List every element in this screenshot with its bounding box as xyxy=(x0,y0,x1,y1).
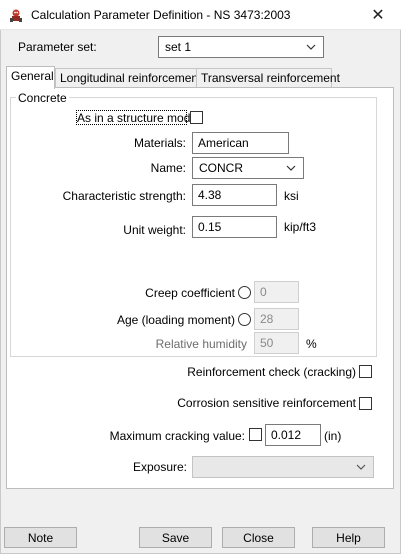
unit-weight-label: Unit weight: xyxy=(123,223,186,237)
help-button[interactable]: Help xyxy=(312,527,385,548)
max-cracking-checkbox[interactable] xyxy=(249,428,262,441)
max-cracking-field[interactable]: 0.012 xyxy=(265,424,321,446)
materials-field[interactable]: American xyxy=(192,132,289,154)
age-loading-value: 28 xyxy=(260,312,274,326)
chevron-down-icon xyxy=(356,464,366,470)
relative-humidity-label: Relative humidity xyxy=(155,337,247,351)
close-window-button[interactable]: ✕ xyxy=(355,0,401,30)
concrete-group-legend: Concrete xyxy=(16,91,69,105)
age-loading-field[interactable]: 28 xyxy=(254,308,299,330)
robot-app-icon xyxy=(10,9,22,22)
as-in-model-checkbox[interactable] xyxy=(190,111,203,124)
creep-coefficient-radio[interactable] xyxy=(238,286,251,299)
max-cracking-unit: (in) xyxy=(324,429,342,443)
corrosion-sensitive-label: Corrosion sensitive reinforcement xyxy=(177,396,356,410)
tab-general-label: General xyxy=(11,69,54,83)
creep-coefficient-label: Creep coefficient xyxy=(145,286,235,300)
note-button[interactable]: Note xyxy=(4,527,77,548)
note-button-label: Note xyxy=(27,530,54,545)
relative-humidity-field[interactable]: 50 xyxy=(254,332,299,354)
name-label: Name: xyxy=(150,161,186,175)
characteristic-strength-value: 4.38 xyxy=(198,188,222,202)
chevron-down-icon xyxy=(286,165,296,171)
relative-humidity-value: 50 xyxy=(260,336,274,350)
close-icon: ✕ xyxy=(371,7,385,24)
age-loading-radio[interactable] xyxy=(238,313,251,326)
save-button[interactable]: Save xyxy=(139,527,212,548)
materials-value: American xyxy=(198,136,249,150)
creep-coefficient-value: 0 xyxy=(260,285,267,299)
materials-label: Materials: xyxy=(133,136,186,150)
tab-transversal-label: Transversal reinforcement xyxy=(201,71,340,85)
characteristic-strength-label: Characteristic strength: xyxy=(62,189,186,203)
creep-coefficient-field[interactable]: 0 xyxy=(254,281,299,303)
max-cracking-value: 0.012 xyxy=(271,428,302,442)
relative-humidity-unit: % xyxy=(306,337,317,351)
tab-transversal-reinforcement[interactable]: Transversal reinforcement xyxy=(196,68,340,88)
reinforcement-check-checkbox[interactable] xyxy=(359,365,372,378)
characteristic-strength-unit: ksi xyxy=(284,189,299,203)
title-bar: Calculation Parameter Definition - NS 34… xyxy=(0,0,401,30)
parameter-set-label: Parameter set: xyxy=(18,40,97,54)
chevron-down-icon xyxy=(306,44,316,50)
characteristic-strength-field[interactable]: 4.38 xyxy=(192,184,277,206)
close-button-label: Close xyxy=(243,530,274,545)
corrosion-sensitive-checkbox[interactable] xyxy=(359,397,372,410)
unit-weight-field[interactable]: 0.15 xyxy=(192,216,277,238)
exposure-label: Exposure: xyxy=(132,460,187,474)
close-button[interactable]: Close xyxy=(222,527,295,548)
max-cracking-label: Maximum cracking value: xyxy=(109,429,245,443)
unit-weight-value: 0.15 xyxy=(198,220,222,234)
tab-longitudinal-label: Longitudinal reinforcement xyxy=(60,71,202,85)
reinforcement-check-label: Reinforcement check (cracking) xyxy=(187,365,356,379)
parameter-set-value: set 1 xyxy=(165,40,192,54)
name-select[interactable]: CONCR xyxy=(192,157,304,179)
window-title: Calculation Parameter Definition - NS 34… xyxy=(31,8,291,22)
tab-longitudinal-reinforcement[interactable]: Longitudinal reinforcement xyxy=(55,68,201,88)
save-button-label: Save xyxy=(161,530,190,545)
name-value: CONCR xyxy=(199,161,243,175)
unit-weight-unit: kip/ft3 xyxy=(284,220,317,234)
exposure-select[interactable] xyxy=(192,456,374,478)
parameter-set-select[interactable]: set 1 xyxy=(158,36,324,58)
as-in-model-label: As in a structure model xyxy=(77,111,200,125)
help-button-label: Help xyxy=(336,530,361,545)
tab-general[interactable]: General xyxy=(6,66,55,89)
age-loading-label: Age (loading moment) xyxy=(116,313,235,327)
